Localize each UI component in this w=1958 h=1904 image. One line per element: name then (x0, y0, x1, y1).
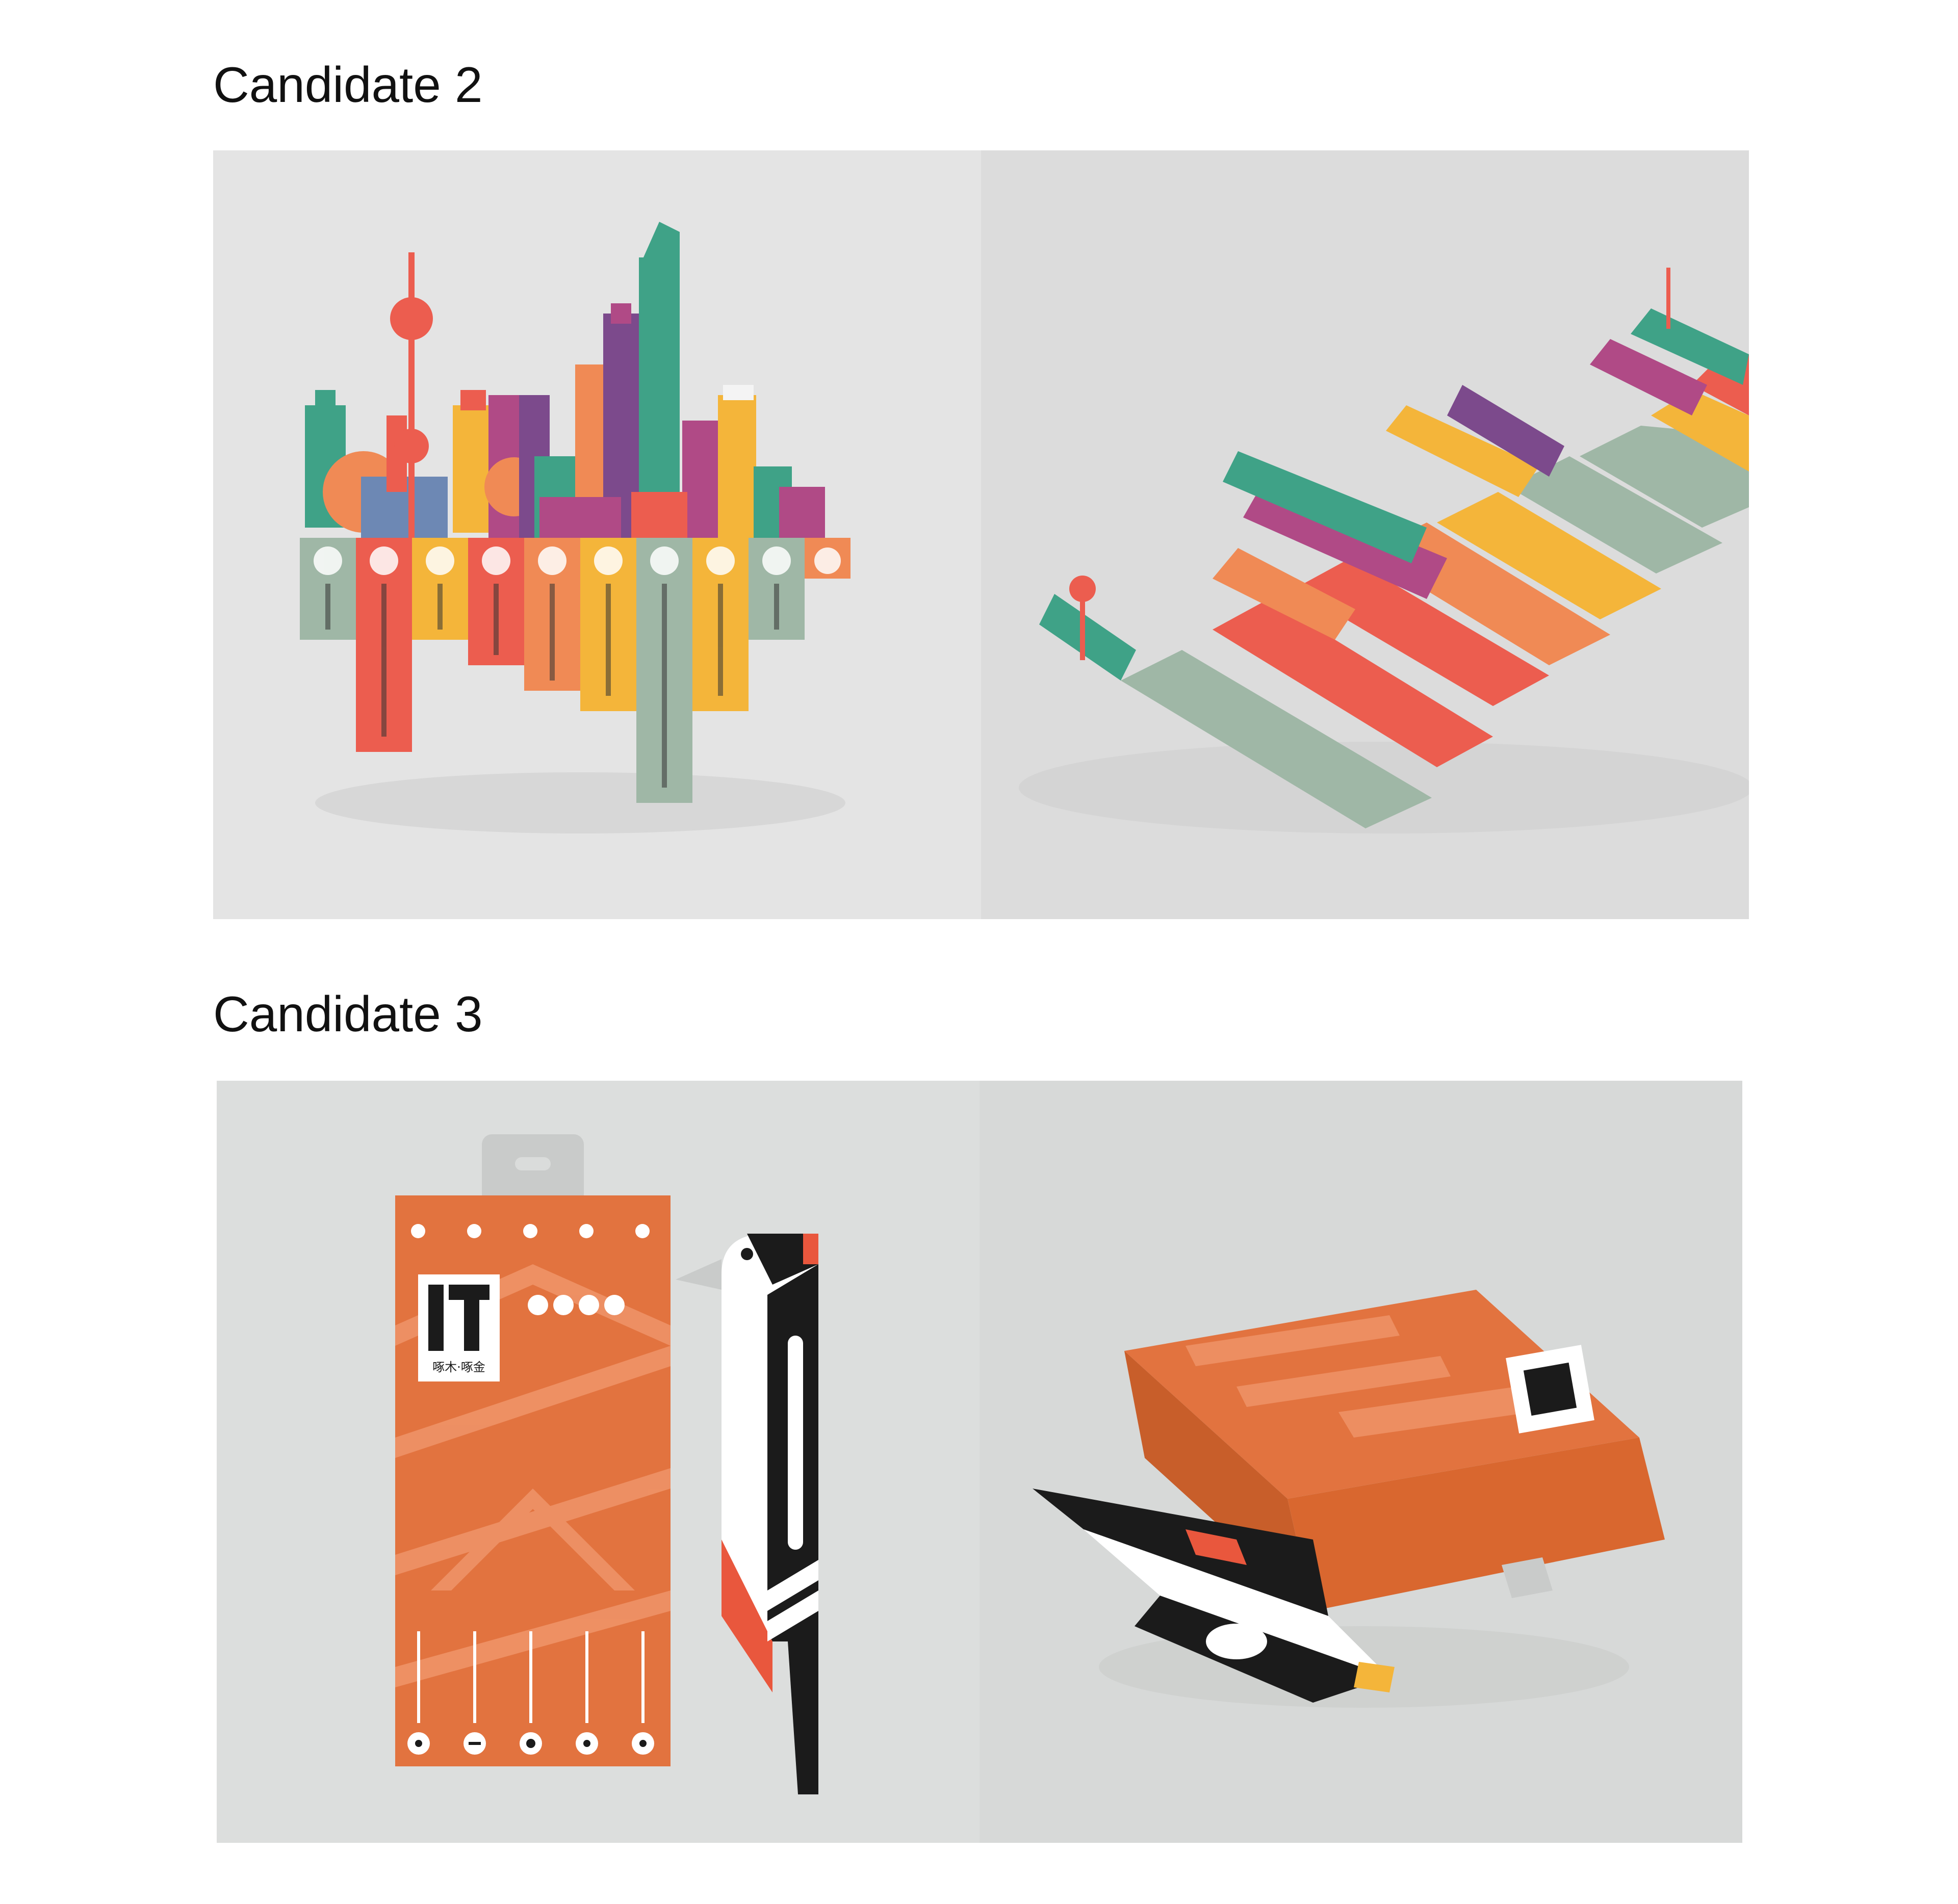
brand-logo-text: 啄木·啄金 (432, 1360, 485, 1374)
skyline-front-view (300, 222, 851, 833)
candidate-3-illustration: 啄木·啄金 (395, 1134, 1665, 1794)
skyline-buildings (305, 222, 825, 548)
woodpecker-bird (676, 1234, 818, 1794)
candidate-2-illustration (300, 222, 1749, 833)
candidate-2-heading: Candidate 2 (213, 57, 483, 113)
candidate-2-image (213, 150, 1749, 919)
candidate-3-heading: Candidate 3 (213, 986, 483, 1042)
candidate-3-image: 啄木·啄金 (217, 1081, 1742, 1843)
woodpecker-box-front-view: 啄木·啄金 (395, 1134, 818, 1794)
woodpecker-box-perspective-view (1033, 1290, 1665, 1708)
skyline-perspective-view (1019, 268, 1749, 833)
